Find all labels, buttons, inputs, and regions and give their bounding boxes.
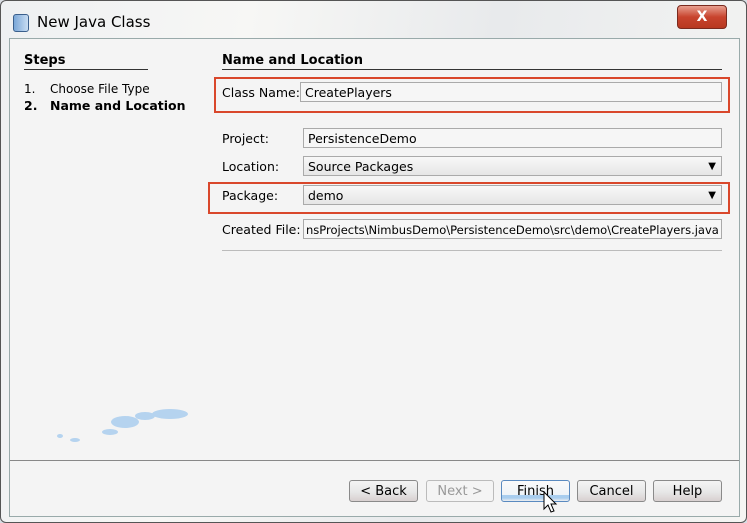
help-button[interactable]: Help bbox=[653, 480, 722, 502]
project-label: Project: bbox=[222, 131, 269, 146]
footer-separator bbox=[10, 460, 739, 461]
next-button[interactable]: Next > bbox=[426, 480, 494, 502]
form-divider bbox=[222, 250, 722, 251]
step-1: 1. Choose File Type bbox=[24, 82, 150, 96]
class-name-input[interactable]: CreatePlayers bbox=[300, 82, 722, 102]
mouse-cursor-icon bbox=[543, 491, 558, 513]
close-button[interactable]: X bbox=[677, 5, 727, 29]
chevron-down-icon: ▼ bbox=[708, 161, 716, 172]
location-label: Location: bbox=[222, 159, 280, 174]
created-file-field: nsProjects\NimbusDemo\PersistenceDemo\sr… bbox=[303, 219, 722, 239]
panel-heading: Name and Location bbox=[222, 53, 363, 68]
java-class-icon bbox=[13, 14, 29, 32]
window-title: New Java Class bbox=[37, 13, 151, 31]
chevron-down-icon: ▼ bbox=[708, 190, 716, 201]
panel-divider bbox=[222, 69, 722, 70]
package-dropdown[interactable]: demo ▼ bbox=[303, 185, 722, 205]
step-number: 1. bbox=[24, 82, 36, 96]
steps-divider bbox=[24, 69, 148, 70]
steps-heading: Steps bbox=[24, 53, 66, 68]
step-label: Name and Location bbox=[50, 98, 186, 113]
finish-button[interactable]: Finish bbox=[501, 480, 570, 502]
location-value: Source Packages bbox=[308, 159, 414, 174]
step-number: 2. bbox=[24, 98, 38, 113]
decorative-watermark bbox=[57, 409, 188, 442]
project-field: PersistenceDemo bbox=[303, 128, 722, 148]
location-dropdown[interactable]: Source Packages ▼ bbox=[303, 156, 722, 176]
class-name-label: Class Name: bbox=[222, 85, 300, 100]
dialog-content: Steps 1. Choose File Type 2. Name and Loca… bbox=[9, 38, 740, 517]
dialog-window: New Java Class X Steps 1. Choose File Typ… bbox=[0, 0, 747, 523]
created-file-label: Created File: bbox=[222, 222, 301, 237]
step-label: Choose File Type bbox=[50, 82, 150, 96]
back-button[interactable]: < Back bbox=[349, 480, 418, 502]
package-label: Package: bbox=[222, 188, 279, 203]
step-2-current: 2. Name and Location bbox=[24, 98, 186, 113]
cancel-button[interactable]: Cancel bbox=[577, 480, 646, 502]
package-value: demo bbox=[308, 188, 344, 203]
